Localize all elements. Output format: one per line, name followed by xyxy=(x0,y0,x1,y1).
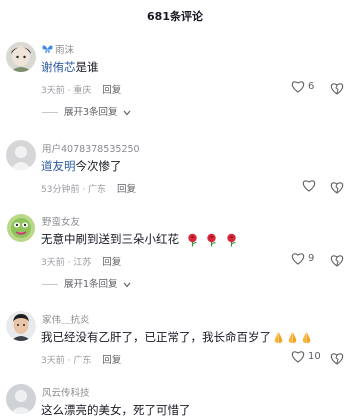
comment-meta: 3天前 · 江苏 回复 xyxy=(41,257,122,268)
dislike-button[interactable] xyxy=(330,179,344,198)
comment-author[interactable]: 用户4078378535250 xyxy=(42,141,140,155)
rose-icon xyxy=(187,233,197,246)
broken-heart-icon xyxy=(330,255,344,267)
comment-body: 是谁 xyxy=(75,60,99,74)
comment-text: 这么漂亮的美女，死了可惜了 xyxy=(41,402,191,418)
comment-author[interactable]: 风云传科技 xyxy=(42,385,90,399)
avatar[interactable] xyxy=(6,42,36,72)
comment-time: 53分钟前 xyxy=(41,185,80,195)
comment-meta: 3天前 · 广东 回复 xyxy=(41,355,122,366)
comment-body: 今次惨了 xyxy=(75,159,122,173)
broken-heart-icon xyxy=(330,182,344,194)
comment-item: 雨沫 谢侑芯是谁 3天前 · 重庆 回复 展开3条回复 6 xyxy=(0,38,350,124)
heart-icon xyxy=(291,253,305,265)
dislike-button[interactable] xyxy=(330,80,344,99)
dislike-button[interactable] xyxy=(330,350,344,369)
broken-heart-icon xyxy=(330,353,344,365)
comment-location: 重庆 xyxy=(73,86,92,96)
heart-icon xyxy=(291,81,305,93)
comment-body: 这么漂亮的美女，死了可惜了 xyxy=(41,403,191,417)
heart-icon xyxy=(302,180,316,192)
comment-author-name: 用户4078378535250 xyxy=(42,144,140,155)
comment-location: 广东 xyxy=(73,356,92,366)
mention-link[interactable]: 谢侑芯 xyxy=(41,60,76,74)
comment-time: 3天前 xyxy=(41,86,65,96)
comment-item: 风云传科技 这么漂亮的美女，死了可惜了 xyxy=(0,382,350,419)
comment-text: 道友明今次惨了 xyxy=(41,158,122,174)
rose-icon xyxy=(207,233,217,246)
reply-button[interactable]: 回复 xyxy=(117,184,136,195)
avatar[interactable] xyxy=(6,384,36,414)
comment-author-name: 风云传科技 xyxy=(42,388,90,399)
comment-location: 江苏 xyxy=(73,258,92,268)
avatar[interactable] xyxy=(6,140,36,170)
comment-time: 3天前 xyxy=(41,258,65,268)
pray-icon xyxy=(274,332,283,343)
comment-author[interactable]: 野蛮女友 xyxy=(42,214,80,228)
divider xyxy=(42,112,58,113)
comment-text: 无意中刷到送到三朵小红花 xyxy=(41,231,238,247)
comment-location: 广东 xyxy=(88,185,107,195)
heart-icon xyxy=(291,351,305,363)
comment-item: 家伟＿抗炎 我已经没有乙肝了，已正常了，我长命百岁了 3天前 · 广东 回复 1… xyxy=(0,308,350,372)
comment-meta: 3天前 · 重庆 回复 xyxy=(41,85,122,96)
comment-author[interactable]: 雨沫 xyxy=(42,42,74,56)
comment-item: 用户4078378535250 道友明今次惨了 53分钟前 · 广东 回复 xyxy=(0,137,350,197)
chevron-down-icon xyxy=(123,110,131,115)
comment-author-name: 野蛮女友 xyxy=(42,217,81,228)
like-button[interactable]: 6 xyxy=(291,80,314,93)
comment-count-title: 681条评论 xyxy=(147,10,203,23)
comment-text: 我已经没有乙肝了，已正常了，我长命百岁了 xyxy=(41,329,313,345)
pray-icon xyxy=(288,332,297,343)
like-count: 10 xyxy=(308,351,321,362)
comment-author-name: 雨沫 xyxy=(55,45,75,56)
comment-body: 我已经没有乙肝了，已正常了，我长命百岁了 xyxy=(41,330,271,344)
butterfly-icon xyxy=(42,45,53,53)
reply-button[interactable]: 回复 xyxy=(102,257,121,268)
comment-author[interactable]: 家伟＿抗炎 xyxy=(42,312,90,326)
like-button[interactable] xyxy=(302,179,319,192)
expand-replies-button[interactable]: 展开3条回复 xyxy=(42,104,131,118)
comment-author-name: 家伟＿抗炎 xyxy=(42,315,90,326)
comment-body: 无意中刷到送到三朵小红花 xyxy=(41,232,179,246)
comment-item: 野蛮女友 无意中刷到送到三朵小红花 3天前 · 江苏 回复 展开1条回复 9 xyxy=(0,210,350,295)
expand-replies-label: 展开3条回复 xyxy=(64,107,118,118)
expand-replies-button[interactable]: 展开1条回复 xyxy=(42,276,131,290)
reply-button[interactable]: 回复 xyxy=(102,355,121,366)
rose-icon xyxy=(227,233,236,246)
avatar[interactable] xyxy=(6,213,36,243)
like-button[interactable]: 10 xyxy=(291,350,321,363)
comments-header: 681条评论 xyxy=(0,0,350,34)
like-count: 6 xyxy=(308,81,315,92)
like-count: 9 xyxy=(308,253,315,264)
reply-button[interactable]: 回复 xyxy=(102,85,121,96)
comment-meta: 53分钟前 · 广东 回复 xyxy=(41,184,136,195)
broken-heart-icon xyxy=(330,83,344,95)
expand-replies-label: 展开1条回复 xyxy=(64,279,118,290)
dislike-button[interactable] xyxy=(330,252,344,271)
like-button[interactable]: 9 xyxy=(291,252,314,265)
comment-time: 3天前 xyxy=(41,356,65,366)
pray-icon xyxy=(302,332,311,343)
avatar[interactable] xyxy=(6,311,36,341)
comment-text: 谢侑芯是谁 xyxy=(41,59,99,75)
chevron-down-icon xyxy=(123,282,131,287)
divider xyxy=(42,284,58,285)
mention-link[interactable]: 道友明 xyxy=(41,159,76,173)
